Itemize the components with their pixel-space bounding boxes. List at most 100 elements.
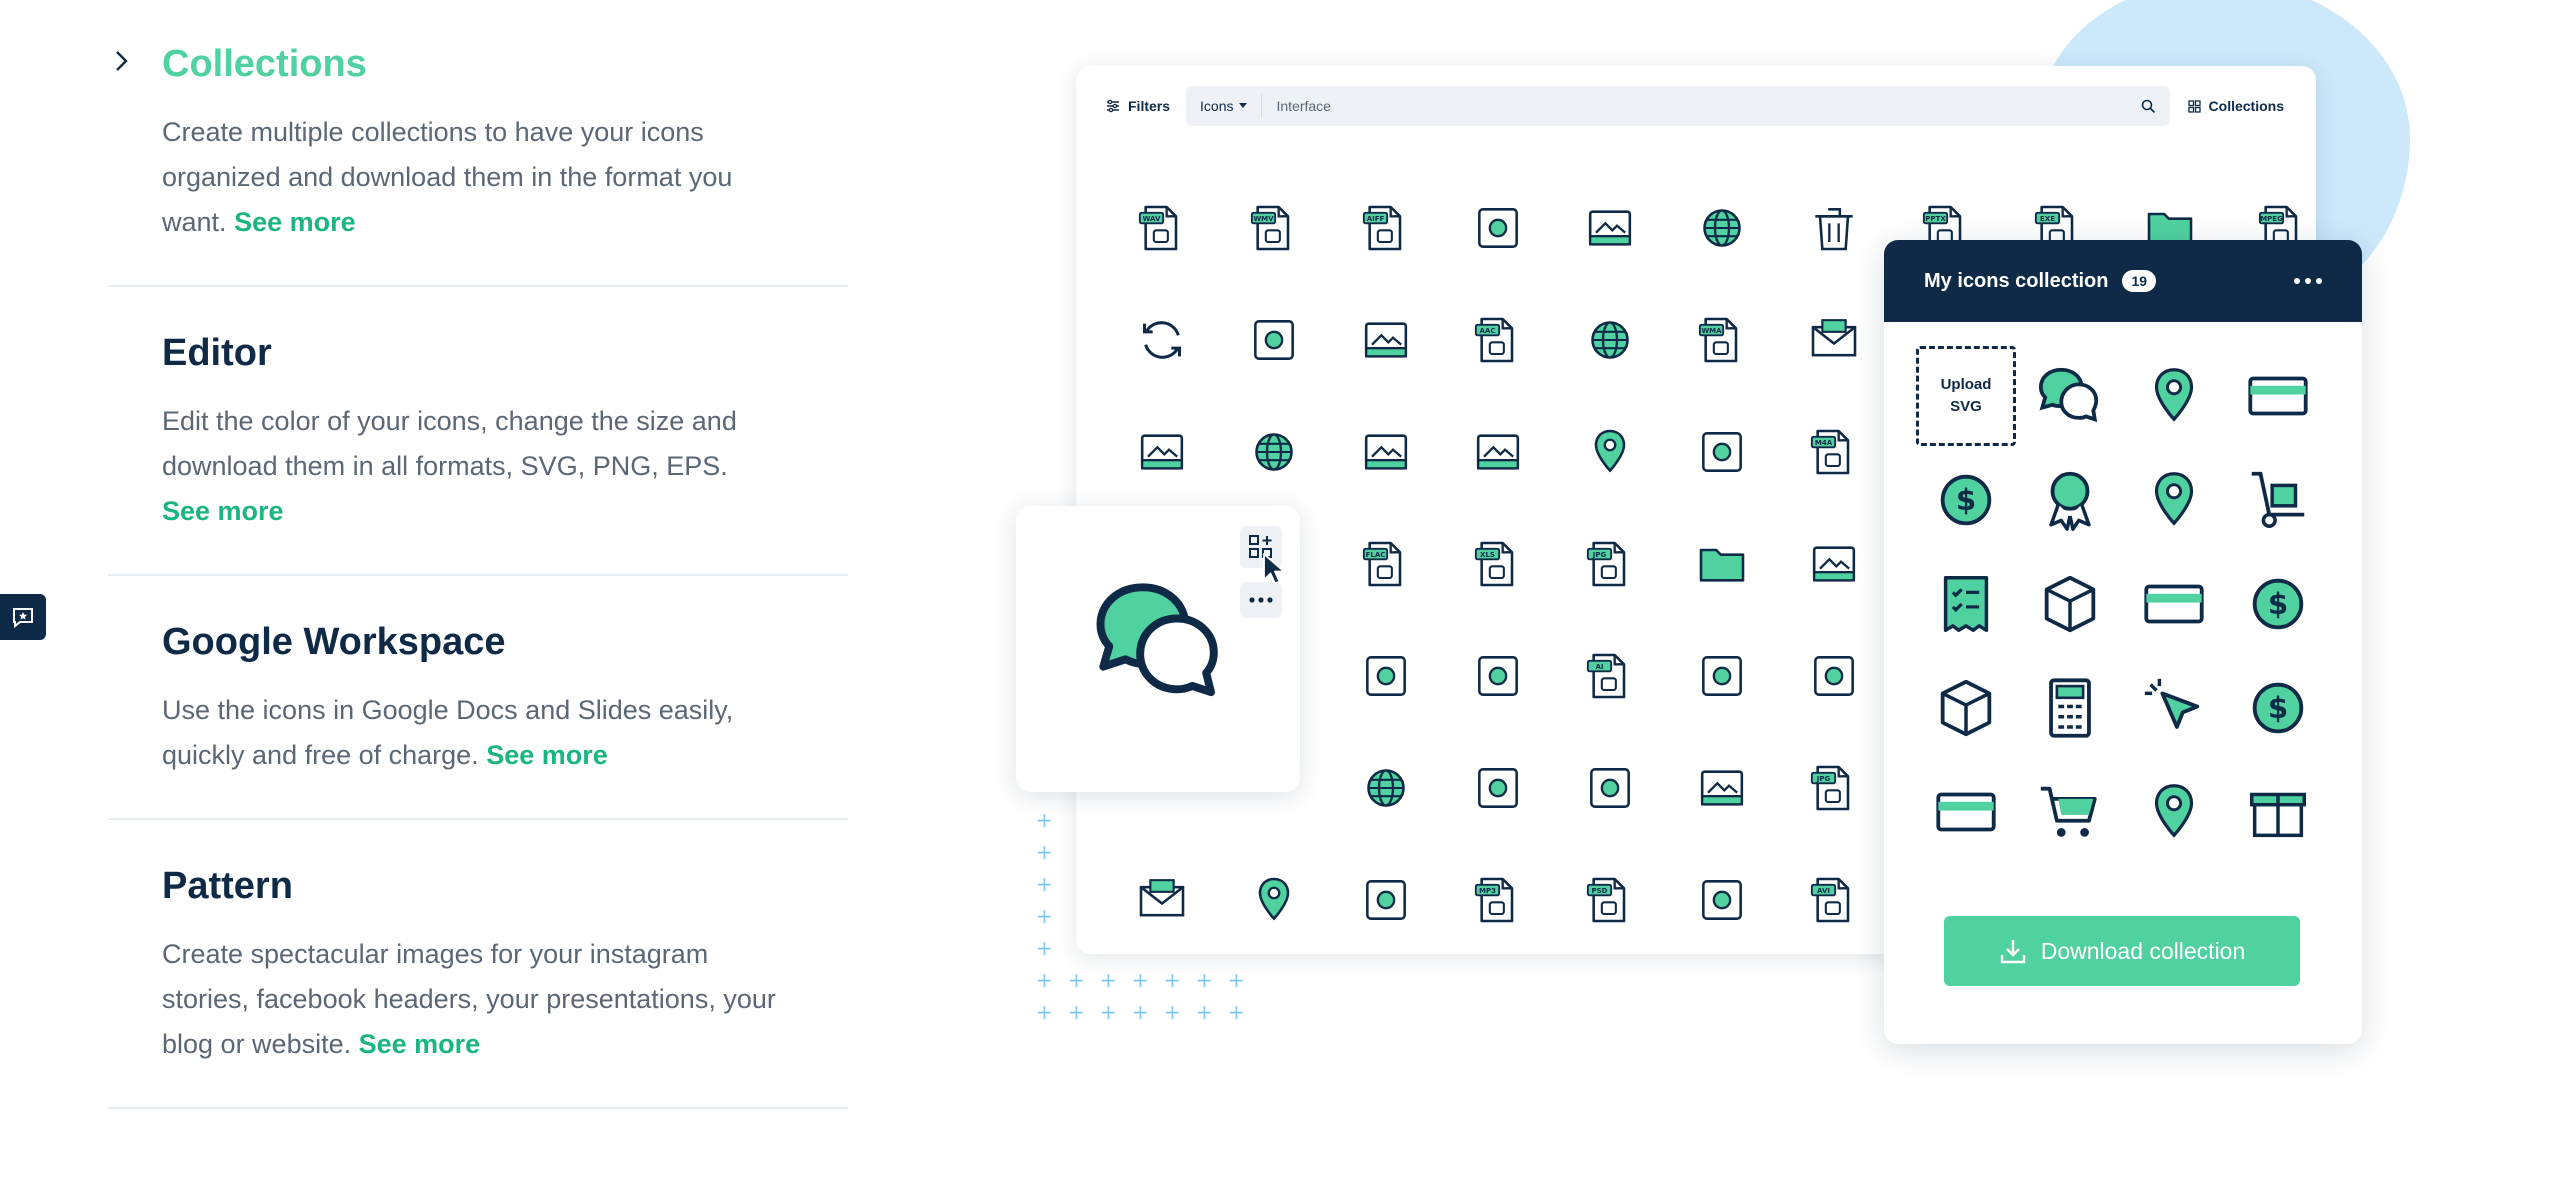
collection-icon[interactable] <box>2122 760 2226 864</box>
more-options-button[interactable] <box>1240 582 1282 618</box>
icon-result[interactable] <box>1666 508 1778 620</box>
collection-icon[interactable] <box>2226 344 2330 448</box>
collection-icon[interactable] <box>2122 344 2226 448</box>
icon-result[interactable] <box>1778 620 1890 732</box>
icon-result[interactable] <box>1442 172 1554 284</box>
image-stack-icon <box>1700 770 1744 806</box>
search-icon[interactable] <box>2141 99 2156 114</box>
icon-result[interactable]: JPG <box>1778 732 1890 844</box>
icon-hover-card[interactable] <box>1016 506 1300 792</box>
see-more-link[interactable]: See more <box>359 1029 481 1059</box>
icon-result[interactable]: AI <box>1554 620 1666 732</box>
icon-result[interactable]: WMV <box>1218 172 1330 284</box>
menu-dot <box>2294 278 2300 284</box>
icon-result[interactable] <box>1330 732 1442 844</box>
icon-result[interactable] <box>1554 396 1666 508</box>
collection-icon[interactable] <box>2018 552 2122 656</box>
cart-download-icon <box>2040 786 2097 837</box>
filters-button[interactable]: Filters <box>1090 80 1186 132</box>
accordion-title[interactable]: Collections <box>162 38 848 90</box>
accordion-title[interactable]: Pattern <box>162 860 848 912</box>
collection-icon[interactable]: $ <box>2226 552 2330 656</box>
icon-result[interactable] <box>1778 508 1890 620</box>
image-upload-icon <box>1588 210 1632 246</box>
icon-result[interactable]: WMA <box>1666 284 1778 396</box>
collection-icon[interactable] <box>2018 760 2122 864</box>
icon-result[interactable]: JPG <box>1554 508 1666 620</box>
accordion-title[interactable]: Editor <box>162 327 848 379</box>
icon-result[interactable] <box>1778 172 1890 284</box>
collection-icon[interactable] <box>2226 448 2330 552</box>
collection-panel-header: My icons collection 19 <box>1884 240 2362 322</box>
decorative-plus: + <box>1036 808 1053 832</box>
icon-result[interactable] <box>1442 620 1554 732</box>
icon-result[interactable] <box>1106 284 1218 396</box>
collection-icon[interactable] <box>2018 344 2122 448</box>
collection-menu-button[interactable] <box>2294 278 2322 284</box>
icon-result[interactable] <box>1666 620 1778 732</box>
icon-result[interactable] <box>1218 396 1330 508</box>
icon-result[interactable] <box>1554 172 1666 284</box>
upload-svg-button[interactable]: Upload SVG <box>1916 346 2016 446</box>
feedback-button[interactable] <box>0 594 46 640</box>
accordion-item-google-workspace[interactable]: Google Workspace Use the icons in Google… <box>108 576 848 820</box>
collection-icon[interactable] <box>2018 448 2122 552</box>
collection-icon[interactable] <box>2226 760 2330 864</box>
icon-result[interactable] <box>1666 844 1778 956</box>
icon-result[interactable] <box>1330 620 1442 732</box>
accordion-item-pattern[interactable]: Pattern Create spectacular images for yo… <box>108 820 848 1109</box>
icon-result[interactable] <box>1330 844 1442 956</box>
svg-text:FLAC: FLAC <box>1366 551 1386 559</box>
wmv-file-icon: WMV <box>1250 205 1290 251</box>
chevron-right-icon[interactable] <box>108 48 134 74</box>
hand-truck-icon <box>2251 471 2305 528</box>
collection-icon[interactable] <box>2122 552 2226 656</box>
collection-icon[interactable] <box>2122 656 2226 760</box>
see-more-link[interactable]: See more <box>486 740 608 770</box>
icon-result[interactable] <box>1330 396 1442 508</box>
icon-result[interactable]: AIFF <box>1330 172 1442 284</box>
icon-result[interactable]: AVI <box>1778 844 1890 956</box>
search-input[interactable]: Interface <box>1276 98 2126 114</box>
icon-result[interactable] <box>1554 284 1666 396</box>
icon-result[interactable] <box>1666 732 1778 844</box>
icon-result[interactable] <box>1218 284 1330 396</box>
decorative-dots: + + + + + + + + + + + + + + + + + + + <box>1036 808 1256 1030</box>
icon-result[interactable]: M4A <box>1778 396 1890 508</box>
accordion-item-editor[interactable]: Editor Edit the color of your icons, cha… <box>108 287 848 576</box>
collection-icon[interactable]: $ <box>1914 448 2018 552</box>
see-more-link[interactable]: See more <box>234 207 356 237</box>
icon-result[interactable]: PSD <box>1554 844 1666 956</box>
collection-icon[interactable] <box>2018 656 2122 760</box>
icon-result[interactable] <box>1666 172 1778 284</box>
icon-result[interactable]: XLS <box>1442 508 1554 620</box>
download-collection-button[interactable]: Download collection <box>1944 916 2300 986</box>
collection-icon[interactable] <box>1914 656 2018 760</box>
search-bar[interactable]: Icons Interface <box>1186 86 2170 126</box>
icon-result[interactable] <box>1106 396 1218 508</box>
accordion-item-collections[interactable]: Collections Create multiple collections … <box>108 0 848 287</box>
icon-result[interactable]: AAC <box>1442 284 1554 396</box>
icon-result[interactable] <box>1778 284 1890 396</box>
collection-icon[interactable]: $ <box>2226 656 2330 760</box>
icon-result[interactable] <box>1554 732 1666 844</box>
see-more-link[interactable]: See more <box>162 496 284 526</box>
gift-icon <box>2250 792 2306 838</box>
credit-card-icon <box>1936 792 1996 832</box>
icon-result[interactable] <box>1330 284 1442 396</box>
icon-result[interactable] <box>1442 396 1554 508</box>
accordion-title[interactable]: Google Workspace <box>162 616 848 668</box>
resource-type-dropdown[interactable]: Icons <box>1200 94 1263 118</box>
upload-svg-cell[interactable]: Upload SVG <box>1914 344 2018 448</box>
collection-icon[interactable] <box>2122 448 2226 552</box>
icon-result[interactable]: FLAC <box>1330 508 1442 620</box>
decorative-plus: + <box>1132 968 1149 992</box>
icon-result[interactable]: WAV <box>1106 172 1218 284</box>
svg-text:MP3: MP3 <box>1479 887 1496 895</box>
collection-icon[interactable] <box>1914 552 2018 656</box>
collection-icon[interactable] <box>1914 760 2018 864</box>
icon-result[interactable]: MP3 <box>1442 844 1554 956</box>
icon-result[interactable] <box>1442 732 1554 844</box>
collections-button[interactable]: Collections <box>2170 98 2302 114</box>
icon-result[interactable] <box>1666 396 1778 508</box>
